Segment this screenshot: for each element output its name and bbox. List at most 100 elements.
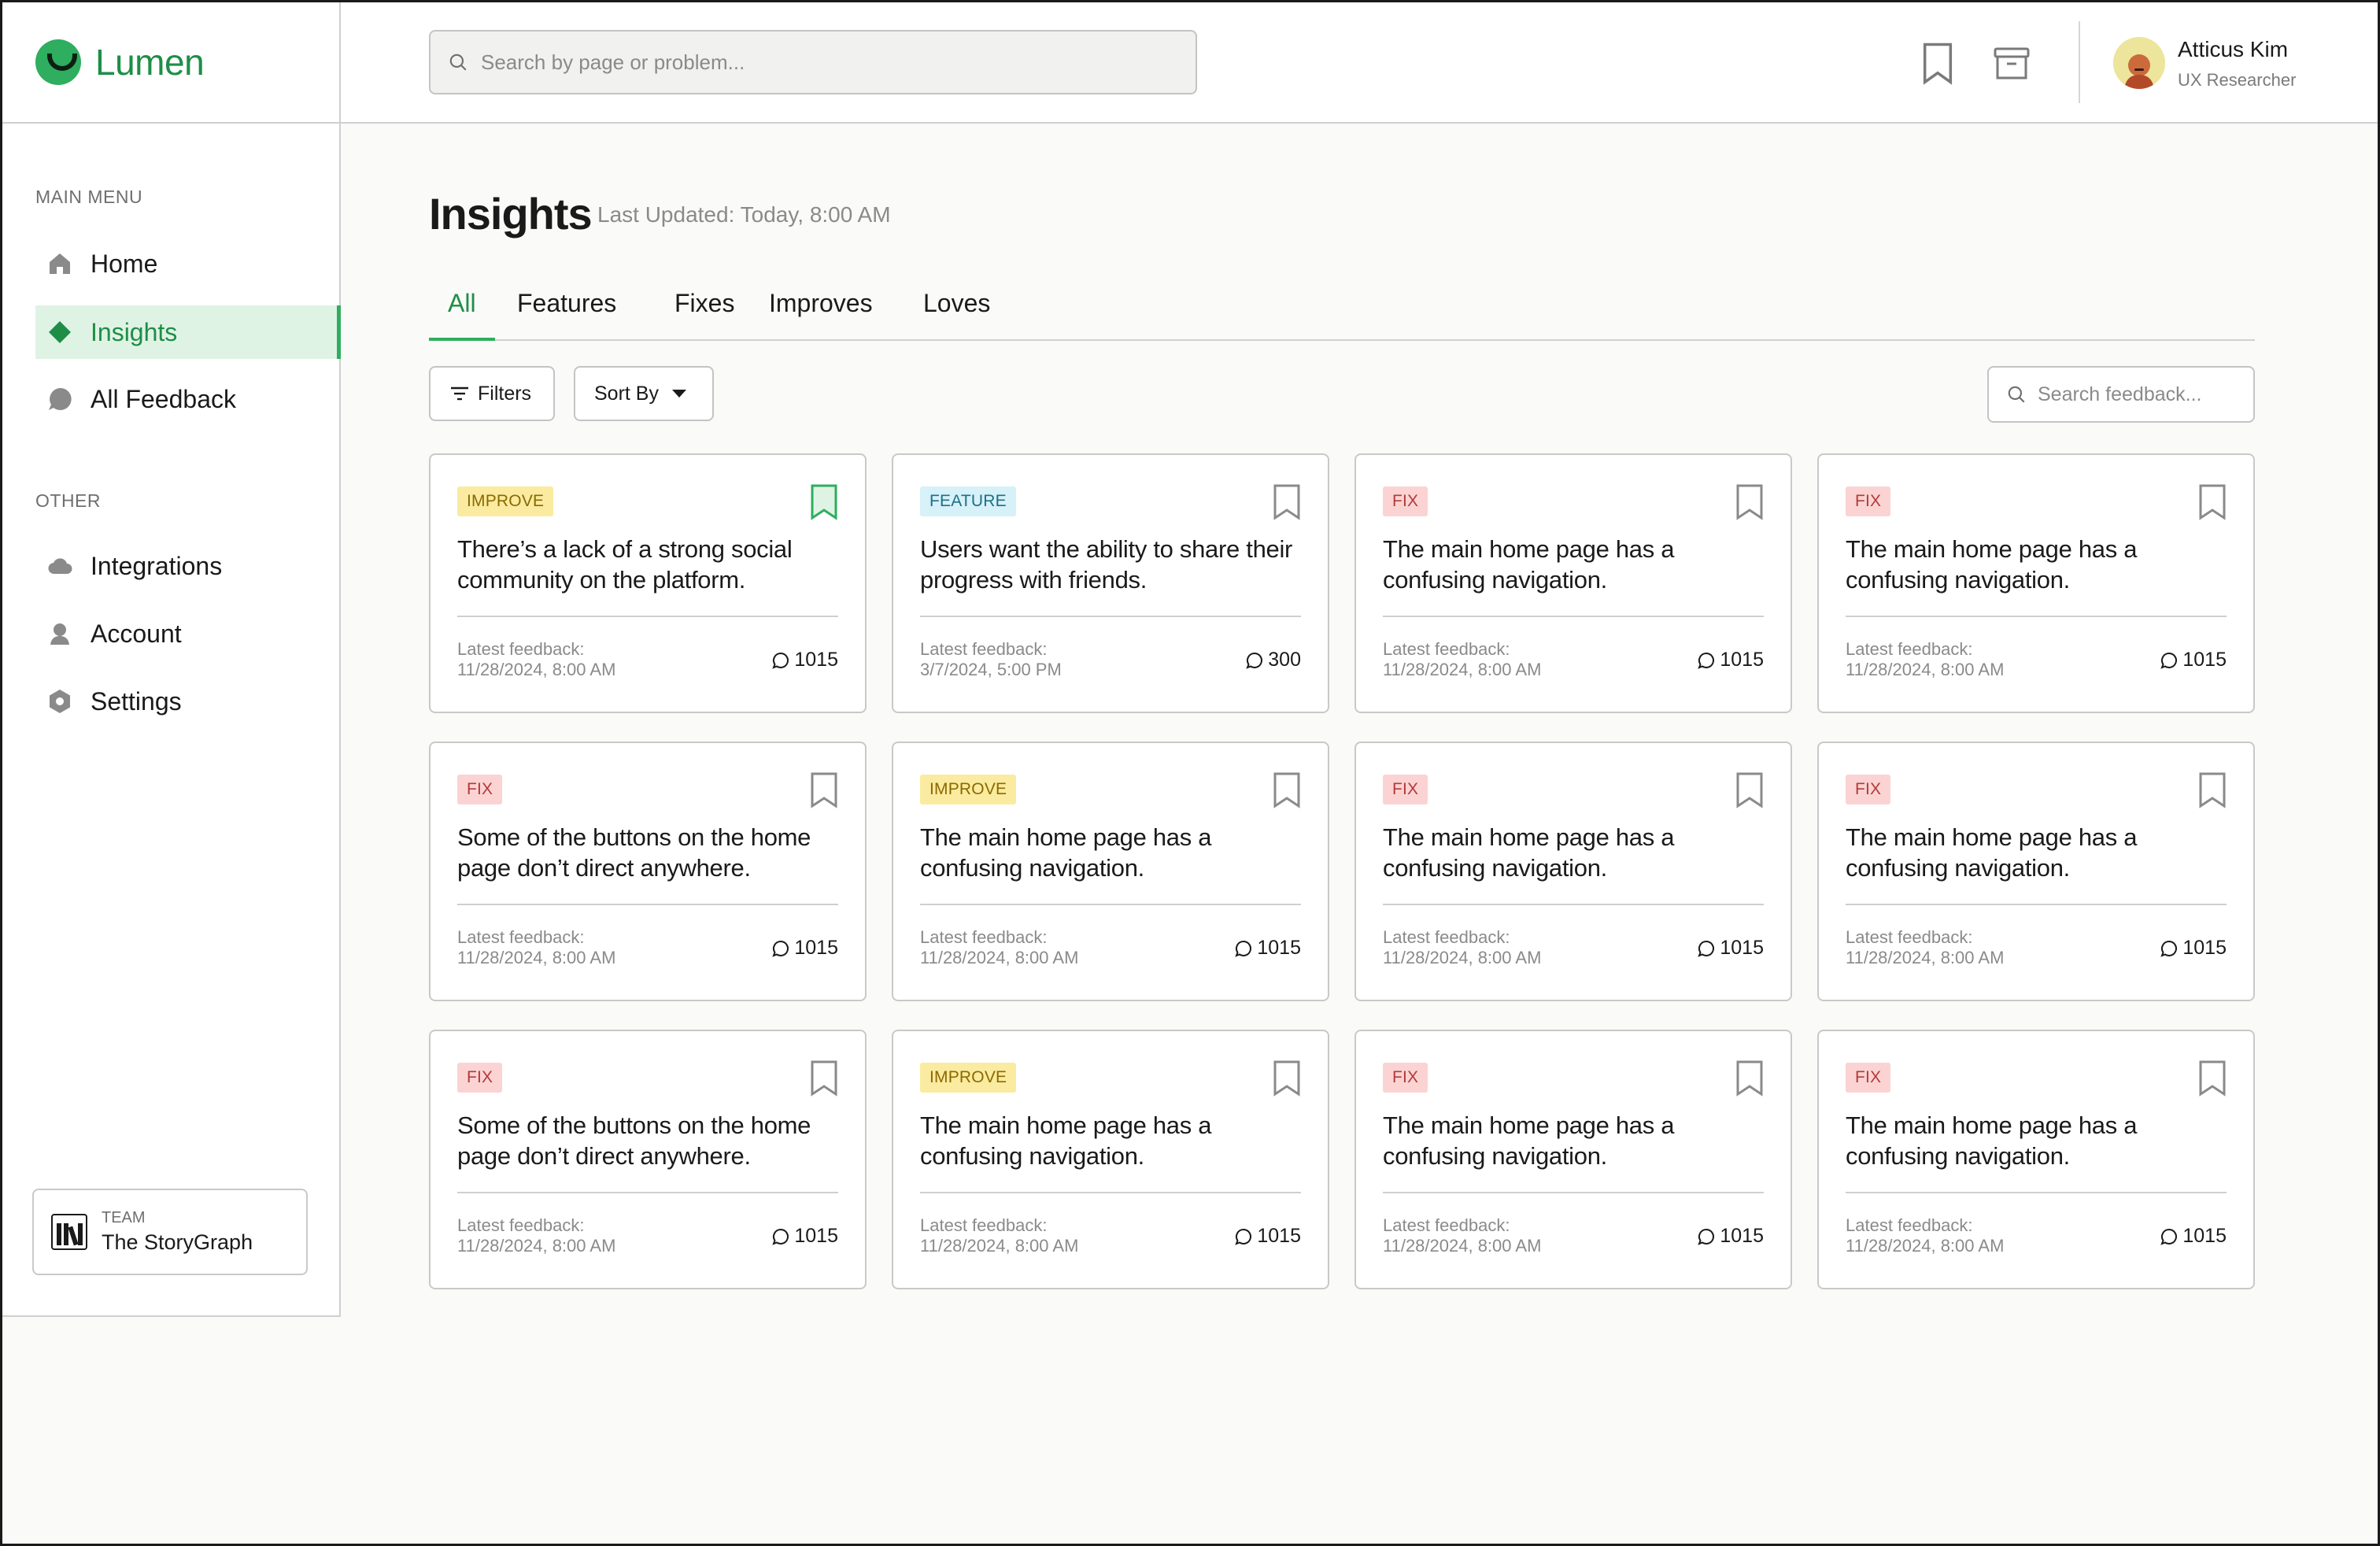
insight-card[interactable]: FIX Some of the buttons on the home page … xyxy=(429,1030,867,1289)
app-window: Lumen Atticus Kim UX Researcher MAIN MEN… xyxy=(0,0,2380,1546)
archive-icon[interactable] xyxy=(1992,42,2031,86)
filters-button[interactable]: Filters xyxy=(429,366,555,421)
filter-icon xyxy=(451,386,468,401)
cloud-icon xyxy=(46,553,73,579)
tab-fixes[interactable]: Fixes xyxy=(656,283,753,341)
other-menu-label: OTHER xyxy=(35,490,101,511)
sidebar-item-label: Integrations xyxy=(91,551,223,580)
page-title: Insights xyxy=(429,189,593,239)
insight-card[interactable]: FIX The main home page has a confusing na… xyxy=(1354,742,1792,1001)
latest-feedback-label: Latest feedback: xyxy=(920,1215,1048,1235)
bookmark-icon[interactable] xyxy=(2197,771,2228,809)
card-divider xyxy=(1846,904,2227,905)
feedback-count-value: 1015 xyxy=(1720,937,1764,959)
bookmark-icon[interactable] xyxy=(2197,483,2228,521)
card-divider xyxy=(920,904,1301,905)
feedback-count: 1015 xyxy=(1698,937,1764,960)
sidebar-item-integrations[interactable]: Integrations xyxy=(35,539,341,593)
insight-card[interactable]: FIX Some of the buttons on the home page … xyxy=(429,742,867,1001)
bookmark-icon[interactable] xyxy=(1271,483,1303,521)
category-badge: FIX xyxy=(457,775,503,804)
global-search[interactable] xyxy=(429,30,1197,94)
category-badge: IMPROVE xyxy=(920,775,1017,804)
sidebar-item-home[interactable]: Home xyxy=(35,237,341,290)
feedback-count: 1015 xyxy=(772,649,838,671)
comment-icon xyxy=(1235,940,1252,957)
feedback-count-value: 1015 xyxy=(2182,937,2227,959)
latest-feedback-date: 11/28/2024, 8:00 AM xyxy=(1846,948,2005,967)
tab-loves[interactable]: Loves xyxy=(904,283,1009,341)
insight-card[interactable]: FIX The main home page has a confusing na… xyxy=(1354,1030,1792,1289)
insight-card[interactable]: IMPROVE The main home page has a confusin… xyxy=(892,1030,1329,1289)
filters-label: Filters xyxy=(478,382,532,405)
feedback-count-value: 1015 xyxy=(1257,1225,1301,1247)
feedback-count-value: 1015 xyxy=(794,1225,838,1247)
bookmark-icon[interactable] xyxy=(1271,771,1303,809)
category-badge: FIX xyxy=(1846,486,1891,516)
insight-card[interactable]: FIX The main home page has a confusing na… xyxy=(1354,453,1792,713)
insight-card[interactable]: FEATURE Users want the ability to share t… xyxy=(892,453,1329,713)
team-switcher[interactable]: TEAM The StoryGraph xyxy=(32,1189,308,1275)
card-divider xyxy=(1846,616,2227,617)
feedback-count: 1015 xyxy=(772,1225,838,1248)
card-divider xyxy=(457,616,838,617)
tab-all[interactable]: All xyxy=(429,283,495,341)
category-badge: IMPROVE xyxy=(457,486,554,516)
sidebar-item-label: Insights xyxy=(91,317,178,346)
insight-card[interactable]: IMPROVE There’s a lack of a strong social… xyxy=(429,453,867,713)
insight-title: The main home page has a confusing navig… xyxy=(920,823,1212,882)
feedback-count-value: 1015 xyxy=(2182,1225,2227,1247)
sidebar-item-label: Home xyxy=(91,249,158,278)
comment-icon xyxy=(1698,940,1715,957)
feedback-search[interactable] xyxy=(1987,366,2255,423)
main-menu-label: MAIN MENU xyxy=(35,187,143,207)
insight-tabs: All Features Fixes Improves Loves xyxy=(429,283,2255,341)
sidebar-item-settings[interactable]: Settings xyxy=(35,675,341,728)
gear-icon xyxy=(46,688,73,715)
global-search-input[interactable] xyxy=(481,50,1173,75)
card-divider xyxy=(457,904,838,905)
bookmark-icon[interactable] xyxy=(2197,1060,2228,1097)
sidebar-item-insights[interactable]: Insights xyxy=(35,305,341,359)
bookmark-icon[interactable] xyxy=(808,1060,840,1097)
bookmark-icon[interactable] xyxy=(808,483,840,521)
category-badge: FIX xyxy=(1383,775,1428,804)
team-logo-icon xyxy=(51,1214,87,1250)
tab-improves[interactable]: Improves xyxy=(750,283,892,341)
tab-features[interactable]: Features xyxy=(498,283,635,341)
logo[interactable]: Lumen xyxy=(2,2,341,124)
bookmark-icon[interactable] xyxy=(808,771,840,809)
sidebar-item-all-feedback[interactable]: All Feedback xyxy=(35,372,341,426)
bookmark-icon[interactable] xyxy=(1734,771,1765,809)
bookmark-icon[interactable] xyxy=(1918,42,1957,86)
insight-title: Some of the buttons on the home page don… xyxy=(457,1111,811,1170)
feedback-search-input[interactable] xyxy=(2038,383,2250,406)
card-divider xyxy=(1383,1192,1764,1193)
avatar[interactable] xyxy=(2113,37,2165,89)
insight-title: The main home page has a confusing navig… xyxy=(1383,823,1675,882)
bookmark-icon[interactable] xyxy=(1271,1060,1303,1097)
user-name[interactable]: Atticus Kim xyxy=(2178,37,2288,62)
feedback-count: 1015 xyxy=(1235,937,1301,960)
bookmark-icon[interactable] xyxy=(1734,1060,1765,1097)
latest-feedback-date: 11/28/2024, 8:00 AM xyxy=(1383,1236,1542,1256)
sidebar-item-account[interactable]: Account xyxy=(35,607,341,660)
sort-by-dropdown[interactable]: Sort By xyxy=(574,366,714,421)
latest-feedback-date: 11/28/2024, 8:00 AM xyxy=(1846,660,2005,679)
card-divider xyxy=(1383,904,1764,905)
feedback-count-value: 1015 xyxy=(794,937,838,959)
card-divider xyxy=(920,1192,1301,1193)
search-icon xyxy=(449,54,467,71)
sidebar-item-label: Account xyxy=(91,619,182,648)
comment-icon xyxy=(1235,1228,1252,1245)
insight-card[interactable]: FIX The main home page has a confusing na… xyxy=(1817,453,2255,713)
comment-icon xyxy=(2160,652,2178,669)
insight-card[interactable]: FIX The main home page has a confusing na… xyxy=(1817,1030,2255,1289)
caret-down-icon xyxy=(671,390,686,398)
insight-card[interactable]: IMPROVE The main home page has a confusin… xyxy=(892,742,1329,1001)
insight-card-grid: IMPROVE There’s a lack of a strong social… xyxy=(429,453,2256,1289)
card-divider xyxy=(1383,616,1764,617)
insight-card[interactable]: FIX The main home page has a confusing na… xyxy=(1817,742,2255,1001)
bookmark-icon[interactable] xyxy=(1734,483,1765,521)
insight-title: The main home page has a confusing navig… xyxy=(1846,823,2138,882)
